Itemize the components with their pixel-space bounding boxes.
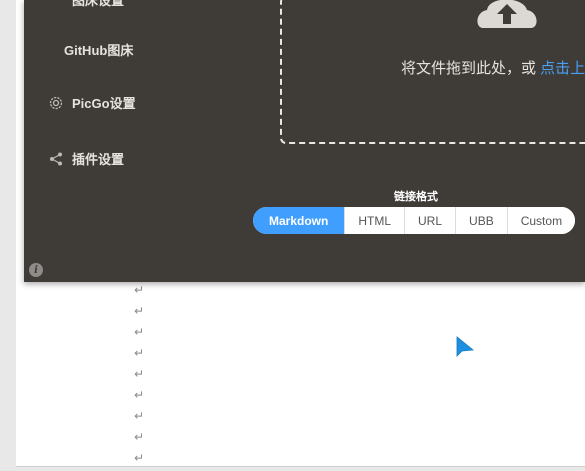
paragraph-mark: ↵: [134, 325, 145, 339]
upload-hint: 将文件拖到此处，或 点击上传: [401, 57, 585, 78]
format-option-url[interactable]: URL: [404, 207, 456, 234]
link-format-selector: Markdown HTML URL UBB Custom: [253, 207, 576, 234]
sidebar-item-label: GitHub图床: [64, 43, 134, 58]
share-icon: [48, 151, 64, 167]
page-divider: [16, 466, 585, 467]
format-option-markdown[interactable]: Markdown: [253, 207, 345, 234]
format-option-custom[interactable]: Custom: [506, 207, 576, 234]
picgo-window: 图床设置 GitHub图床 PicGo设置 插件设置 将文件拖到此处，或 点击上…: [24, 0, 585, 282]
upload-hint-text: 将文件拖到此处，或: [401, 60, 541, 77]
format-option-html[interactable]: HTML: [344, 207, 405, 234]
sidebar-item-label: PicGo设置: [72, 96, 136, 111]
cloud-upload-icon: [477, 0, 537, 35]
info-icon[interactable]: i: [29, 263, 43, 277]
sidebar-item-label: 插件设置: [72, 152, 125, 167]
sidebar-item-picgo-settings[interactable]: PicGo设置: [48, 93, 136, 112]
format-option-ubb[interactable]: UBB: [455, 207, 507, 234]
paragraph-mark: ↵: [134, 409, 145, 423]
paragraph-mark: ↵: [134, 283, 145, 297]
paragraph-mark: ↵: [134, 430, 145, 444]
sidebar-item-image-host-settings[interactable]: 图床设置: [48, 0, 124, 9]
paragraph-mark: ↵: [134, 451, 145, 465]
grid-icon: [48, 0, 64, 8]
paragraph-mark: ↵: [134, 367, 145, 381]
mouse-cursor-icon: [456, 336, 475, 363]
paragraph-mark: ↵: [134, 304, 145, 318]
link-format-label: 链接格式: [394, 191, 438, 203]
sidebar-item-label: 图床设置: [72, 0, 125, 8]
sidebar-item-plugin-settings[interactable]: 插件设置: [48, 149, 124, 168]
paragraph-mark: ↵: [134, 388, 145, 402]
sidebar-item-github[interactable]: GitHub图床: [64, 40, 133, 59]
paragraph-mark: ↵: [134, 346, 145, 360]
gear-icon: [48, 95, 64, 111]
click-upload-link[interactable]: 点击上传: [540, 60, 585, 77]
